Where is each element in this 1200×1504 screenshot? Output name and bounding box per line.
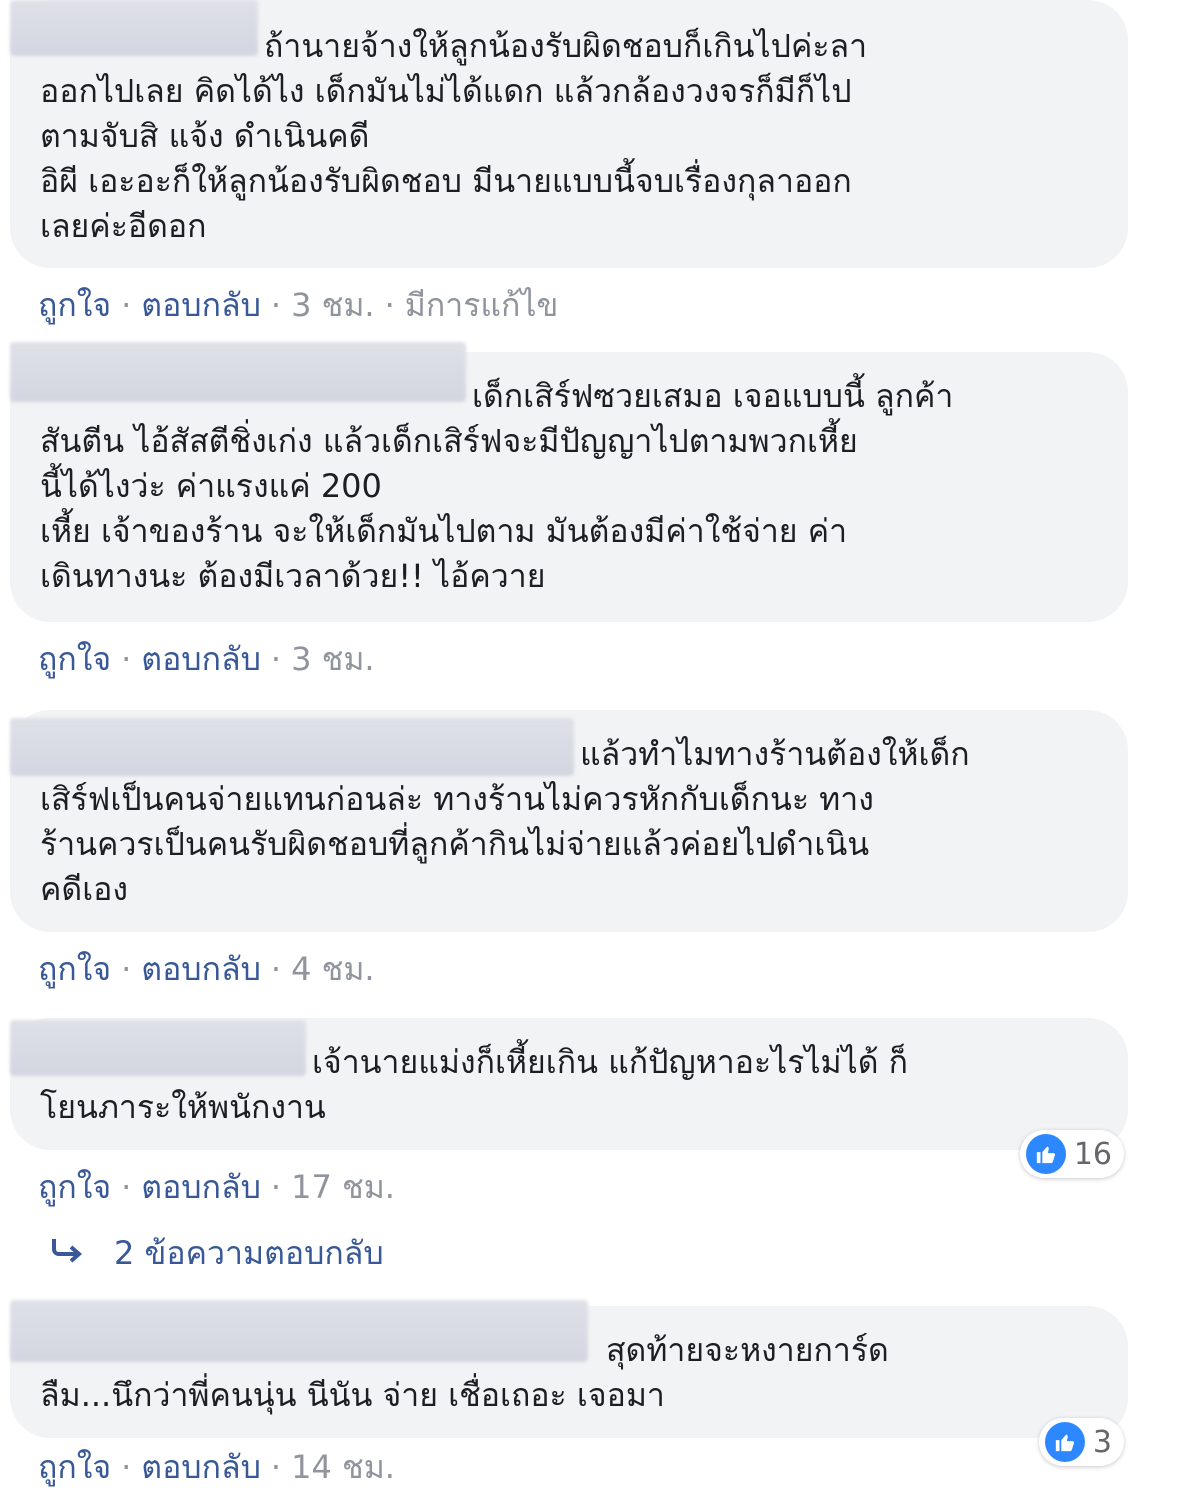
like-link[interactable]: ถูกใจ	[38, 286, 111, 324]
like-link[interactable]: ถูกใจ	[38, 950, 111, 988]
comment-text: เด็กเสิร์ฟซวยเสมอ เจอแบบนี้ ลูกค้า สันตี…	[40, 377, 954, 595]
reaction-count[interactable]: 3	[1038, 1418, 1124, 1466]
comment-actions: ถูกใจ · ตอบกลับ · 3 ชม.	[10, 636, 1128, 682]
view-replies-label: 2 ข้อความตอบกลับ	[114, 1234, 384, 1272]
reaction-count[interactable]: 16	[1019, 1130, 1124, 1178]
reply-link[interactable]: ตอบกลับ	[141, 1168, 261, 1206]
comment-actions: ถูกใจ · ตอบกลับ · 3 ชม. · มีการแก้ไข	[10, 282, 1128, 328]
comment: เด็กเสิร์ฟซวยเสมอ เจอแบบนี้ ลูกค้า สันตี…	[10, 342, 1128, 682]
timestamp[interactable]: 3 ชม.	[291, 286, 375, 324]
comment-bubble: ถ้านายจ้างให้ลูกน้องรับผิดชอบก็เกินไปค่ะ…	[10, 0, 1128, 268]
comment-bubble: เจ้านายแม่งก็เหี้ยเกิน แก้ปัญหาอะไรไม่ได…	[10, 1018, 1128, 1178]
separator: ·	[270, 286, 282, 324]
separator: ·	[270, 950, 282, 988]
thumbs-up-icon	[1044, 1422, 1085, 1462]
comment-actions: ถูกใจ · ตอบกลับ · 4 ชม.	[10, 946, 1128, 992]
comment-text: ถ้านายจ้างให้ลูกน้องรับผิดชอบก็เกินไปค่ะ…	[40, 27, 868, 245]
timestamp[interactable]: 17 ชม.	[291, 1168, 395, 1206]
separator: ·	[121, 1168, 132, 1206]
comment: แล้วทำไมทางร้านต้องให้เด็ก เสิร์ฟเป็นคนจ…	[10, 710, 1128, 992]
separator: ·	[121, 950, 132, 988]
comment-feed: ถ้านายจ้างให้ลูกน้องรับผิดชอบก็เกินไปค่ะ…	[0, 0, 1200, 1504]
commenter-name-redacted[interactable]	[10, 1020, 306, 1076]
timestamp[interactable]: 14 ชม.	[291, 1448, 395, 1486]
separator: ·	[270, 1448, 282, 1486]
comment: สุดท้ายจะหงายการ์ด ลืม...นึกว่าพี่คนนุ่น…	[10, 1300, 1128, 1490]
reaction-count-value: 16	[1073, 1136, 1112, 1172]
thumbs-up-icon	[1025, 1134, 1066, 1174]
comment-actions: ถูกใจ · ตอบกลับ · 17 ชม.	[10, 1164, 1128, 1210]
commenter-name-redacted[interactable]	[10, 1300, 588, 1362]
reply-link[interactable]: ตอบกลับ	[141, 950, 261, 988]
timestamp[interactable]: 3 ชม.	[291, 640, 375, 678]
comment-actions: ถูกใจ · ตอบกลับ · 14 ชม.	[10, 1444, 1128, 1490]
separator: ·	[121, 1448, 132, 1486]
view-replies-link[interactable]: 2 ข้อความตอบกลับ	[50, 1228, 384, 1279]
edited-label: มีการแก้ไข	[404, 286, 559, 324]
like-link[interactable]: ถูกใจ	[38, 640, 111, 678]
like-link[interactable]: ถูกใจ	[38, 1168, 111, 1206]
commenter-name-redacted[interactable]	[10, 342, 466, 402]
commenter-name-redacted[interactable]	[10, 0, 258, 56]
separator: ·	[121, 286, 132, 324]
comment-bubble: สุดท้ายจะหงายการ์ด ลืม...นึกว่าพี่คนนุ่น…	[10, 1300, 1128, 1466]
comment: เจ้านายแม่งก็เหี้ยเกิน แก้ปัญหาอะไรไม่ได…	[10, 1018, 1128, 1210]
comment: ถ้านายจ้างให้ลูกน้องรับผิดชอบก็เกินไปค่ะ…	[10, 0, 1128, 328]
comment-bubble: เด็กเสิร์ฟซวยเสมอ เจอแบบนี้ ลูกค้า สันตี…	[10, 342, 1128, 622]
reaction-count-value: 3	[1092, 1424, 1112, 1460]
reply-link[interactable]: ตอบกลับ	[141, 286, 261, 324]
timestamp[interactable]: 4 ชม.	[291, 950, 375, 988]
reply-link[interactable]: ตอบกลับ	[141, 640, 261, 678]
reply-arrow-icon	[50, 1236, 84, 1271]
separator: ·	[270, 1168, 282, 1206]
separator: ·	[384, 286, 395, 324]
separator: ·	[270, 640, 282, 678]
commenter-name-redacted[interactable]	[10, 718, 574, 776]
separator: ·	[121, 640, 132, 678]
reply-link[interactable]: ตอบกลับ	[141, 1448, 261, 1486]
comment-bubble: แล้วทำไมทางร้านต้องให้เด็ก เสิร์ฟเป็นคนจ…	[10, 710, 1128, 932]
like-link[interactable]: ถูกใจ	[38, 1448, 111, 1486]
